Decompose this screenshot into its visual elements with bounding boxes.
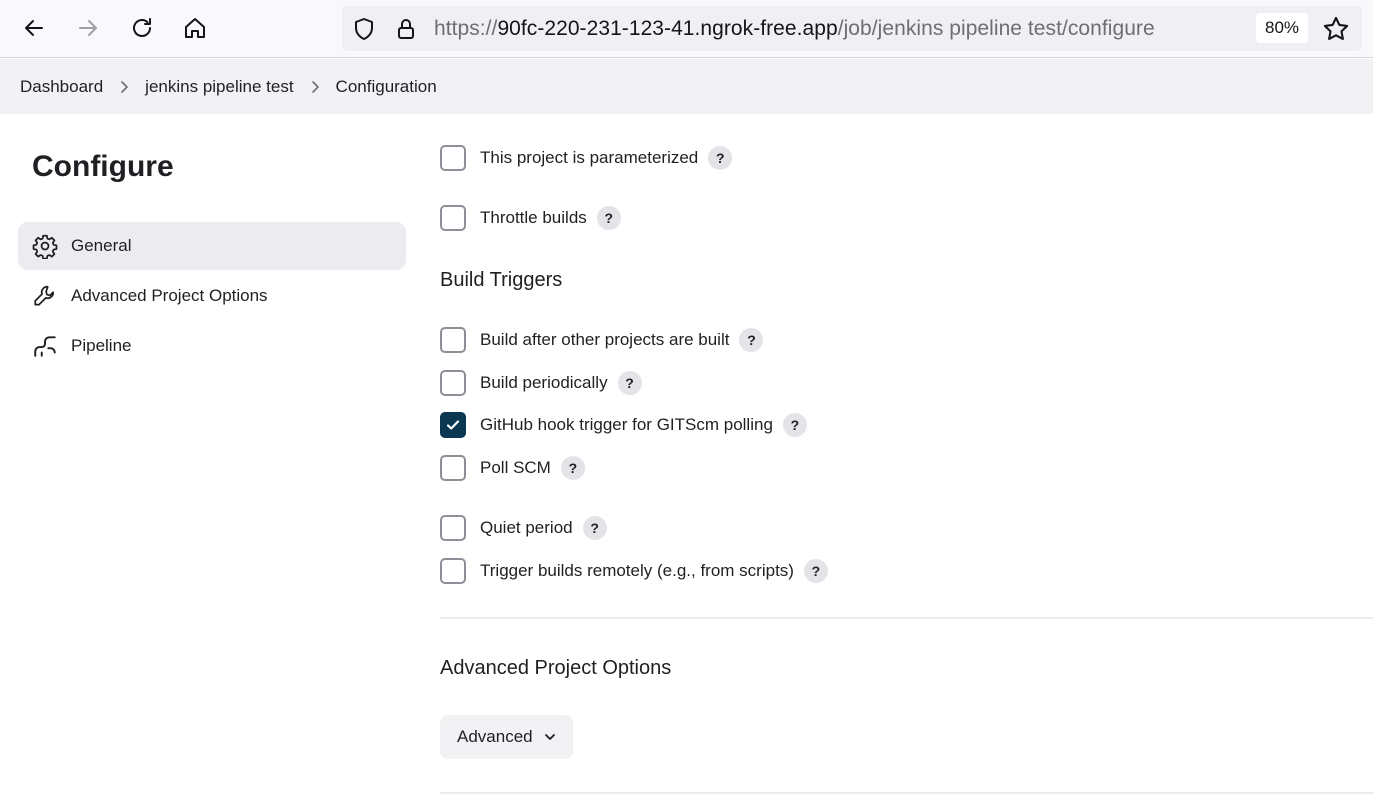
- back-button[interactable]: [16, 10, 52, 46]
- section-divider: [440, 792, 1373, 794]
- home-button[interactable]: [177, 10, 213, 46]
- breadcrumb-dashboard[interactable]: Dashboard: [20, 77, 103, 97]
- trigger-builds-remotely-checkbox[interactable]: [440, 558, 466, 584]
- wrench-icon: [34, 285, 54, 306]
- forward-button[interactable]: [70, 10, 106, 46]
- checkbox-label[interactable]: Build after other projects are built: [480, 330, 729, 350]
- sidebar-item-pipeline[interactable]: Pipeline: [18, 322, 406, 370]
- bookmark-star-icon[interactable]: [1322, 15, 1350, 43]
- option-quiet-period: Quiet period ?: [440, 514, 607, 542]
- breadcrumb-bar: Dashboard jenkins pipeline test Configur…: [0, 59, 1373, 114]
- checkbox-label[interactable]: Build periodically: [480, 373, 608, 393]
- advanced-button-label: Advanced: [457, 727, 533, 746]
- option-build-after-other-projects: Build after other projects are built ?: [440, 326, 764, 354]
- build-after-other-projects-checkbox[interactable]: [440, 327, 466, 353]
- checkbox-label[interactable]: Trigger builds remotely (e.g., from scri…: [480, 561, 794, 581]
- help-icon[interactable]: ?: [803, 559, 828, 583]
- url-path: /job/jenkins pipeline test/configure: [837, 17, 1155, 40]
- url-bar[interactable]: https://90fc-220-231-123-41.ngrok-free.a…: [342, 6, 1362, 51]
- help-icon[interactable]: ?: [582, 516, 607, 540]
- checkbox-label[interactable]: This project is parameterized: [480, 148, 698, 168]
- gear-icon: [32, 234, 58, 259]
- sidebar-item-label: Advanced Project Options: [71, 286, 268, 305]
- section-divider: [440, 617, 1373, 619]
- help-icon[interactable]: ?: [596, 206, 621, 230]
- checkbox-label[interactable]: Quiet period: [480, 518, 573, 538]
- checkbox-label[interactable]: Poll SCM: [480, 458, 551, 478]
- help-icon[interactable]: ?: [739, 328, 764, 352]
- url-text[interactable]: https://90fc-220-231-123-41.ngrok-free.a…: [434, 16, 1155, 42]
- checkmark-icon: [446, 420, 460, 430]
- page-title: Configure: [32, 150, 174, 183]
- help-icon[interactable]: ?: [560, 456, 585, 480]
- arrow-right-icon: [79, 20, 97, 36]
- sidebar-item-advanced-project-options[interactable]: Advanced Project Options: [18, 272, 406, 320]
- option-parameterized: This project is parameterized ?: [440, 144, 733, 172]
- reload-icon: [133, 18, 151, 37]
- sidebar-item-label: Pipeline: [71, 336, 132, 355]
- home-icon: [185, 18, 205, 38]
- chevron-down-icon: [544, 734, 555, 740]
- chevron-right-icon: [294, 80, 336, 94]
- build-triggers-heading: Build Triggers: [440, 269, 563, 291]
- help-icon[interactable]: ?: [708, 146, 733, 170]
- advanced-button[interactable]: Advanced: [440, 715, 573, 759]
- advanced-project-options-heading: Advanced Project Options: [440, 657, 672, 679]
- github-hook-trigger-checkbox[interactable]: [440, 412, 466, 438]
- parameterized-checkbox[interactable]: [440, 145, 466, 171]
- poll-scm-checkbox[interactable]: [440, 455, 466, 481]
- pipeline-icon: [34, 336, 56, 357]
- browser-toolbar: https://90fc-220-231-123-41.ngrok-free.a…: [0, 0, 1373, 58]
- url-protocol: https://: [434, 17, 498, 40]
- breadcrumb-configuration[interactable]: Configuration: [336, 77, 437, 97]
- zoom-level-button[interactable]: 80%: [1256, 13, 1308, 43]
- option-poll-scm: Poll SCM ?: [440, 454, 585, 482]
- lock-icon[interactable]: [394, 17, 418, 41]
- option-github-hook-trigger: GitHub hook trigger for GITScm polling ?: [440, 411, 807, 439]
- option-trigger-builds-remotely: Trigger builds remotely (e.g., from scri…: [440, 557, 828, 585]
- sidebar-item-label: General: [71, 236, 132, 255]
- checkbox-label[interactable]: Throttle builds: [480, 208, 587, 228]
- option-build-periodically: Build periodically ?: [440, 369, 642, 397]
- breadcrumb-job[interactable]: jenkins pipeline test: [145, 77, 293, 97]
- help-icon[interactable]: ?: [782, 413, 807, 437]
- arrow-left-icon: [25, 20, 43, 36]
- build-periodically-checkbox[interactable]: [440, 370, 466, 396]
- breadcrumb: Dashboard jenkins pipeline test Configur…: [20, 59, 437, 114]
- quiet-period-checkbox[interactable]: [440, 515, 466, 541]
- url-host: 90fc-220-231-123-41.ngrok-free.app: [497, 17, 838, 40]
- chevron-right-icon: [103, 80, 145, 94]
- throttle-builds-checkbox[interactable]: [440, 205, 466, 231]
- shield-icon[interactable]: [352, 17, 376, 41]
- sidebar-item-general[interactable]: General: [18, 222, 406, 270]
- reload-button[interactable]: [124, 10, 160, 46]
- option-throttle-builds: Throttle builds ?: [440, 204, 621, 232]
- checkbox-label[interactable]: GitHub hook trigger for GITScm polling: [480, 415, 773, 435]
- help-icon[interactable]: ?: [617, 371, 642, 395]
